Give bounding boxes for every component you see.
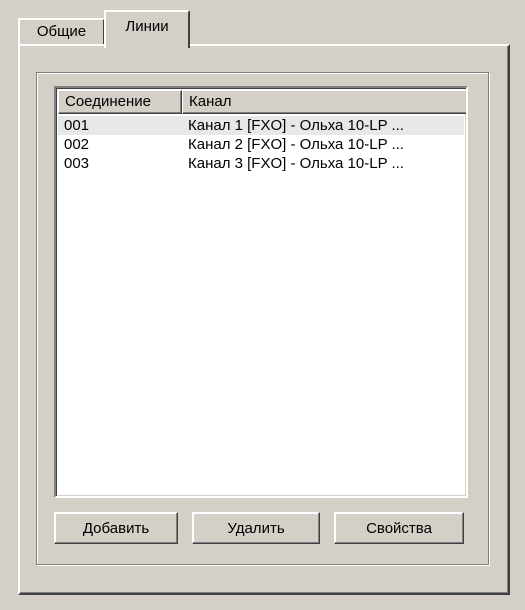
tab-panel-lines: Соединение Канал 001 Канал 1 [FXO] - Оль…	[18, 44, 510, 595]
column-header-channel[interactable]: Канал	[182, 90, 466, 114]
cell-channel: Канал 2 [FXO] - Ольха 10-LP ...	[188, 136, 404, 153]
lines-list-view[interactable]: Соединение Канал 001 Канал 1 [FXO] - Оль…	[54, 86, 468, 498]
list-row[interactable]: 003 Канал 3 [FXO] - Ольха 10-LP ...	[58, 154, 464, 173]
tab-lines[interactable]: Линии	[104, 10, 190, 50]
cell-connection: 001	[64, 117, 90, 134]
delete-button[interactable]: Удалить	[192, 512, 320, 544]
column-header-connection[interactable]: Соединение	[58, 90, 182, 114]
list-header: Соединение Канал	[58, 90, 466, 114]
tab-general[interactable]: Общие	[18, 18, 105, 46]
cell-connection: 002	[64, 136, 90, 153]
list-row[interactable]: 001 Канал 1 [FXO] - Ольха 10-LP ...	[58, 116, 464, 135]
add-button[interactable]: Добавить	[54, 512, 178, 544]
cell-connection: 003	[64, 155, 90, 172]
list-row[interactable]: 002 Канал 2 [FXO] - Ольха 10-LP ...	[58, 135, 464, 154]
list-body: 001 Канал 1 [FXO] - Ольха 10-LP ... 002 …	[58, 116, 464, 173]
cell-channel: Канал 3 [FXO] - Ольха 10-LP ...	[188, 155, 404, 172]
cell-channel: Канал 1 [FXO] - Ольха 10-LP ...	[188, 117, 404, 134]
properties-button[interactable]: Свойства	[334, 512, 464, 544]
